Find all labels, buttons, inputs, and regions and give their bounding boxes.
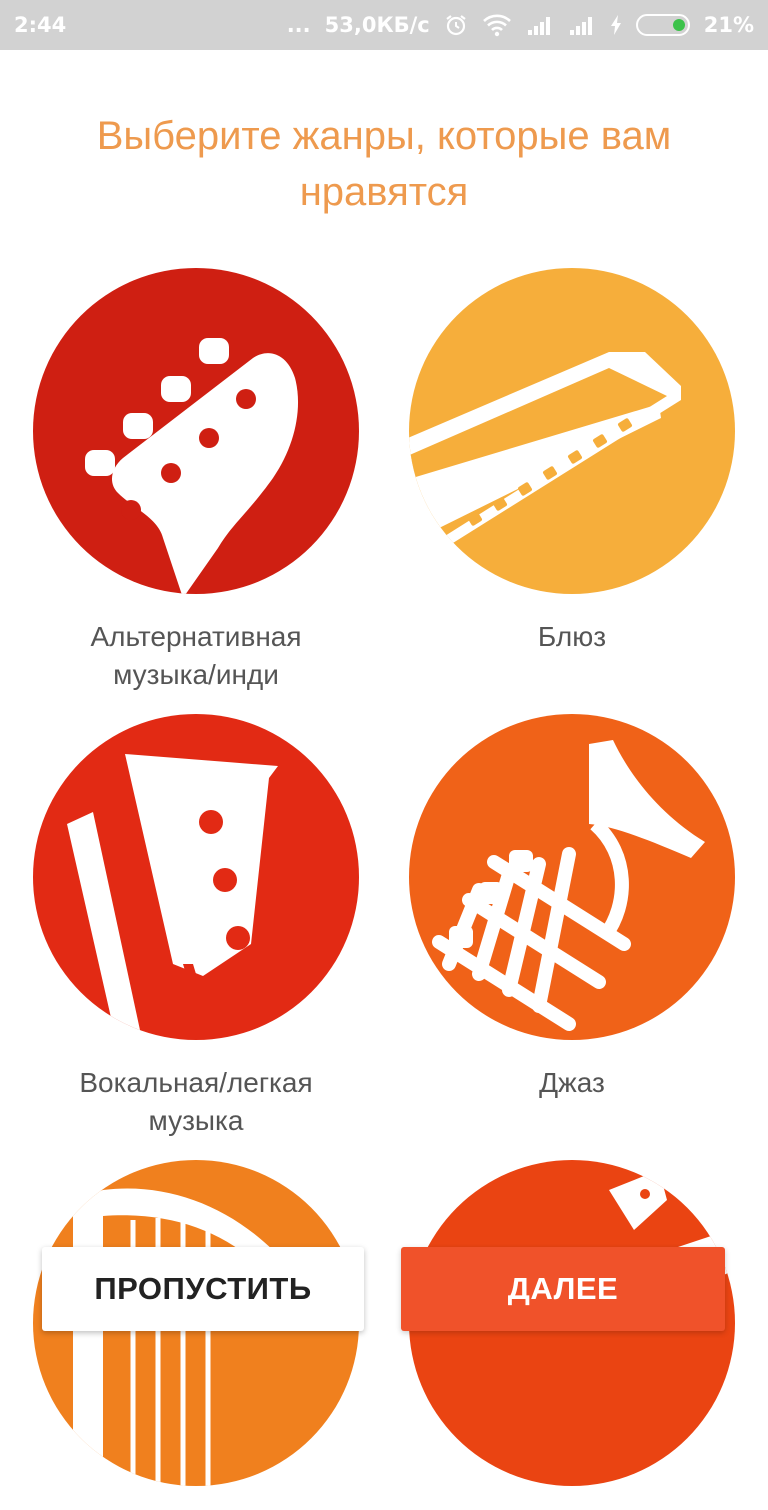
genre-item-rock[interactable] (402, 1160, 742, 1510)
genre-item-vocal[interactable]: Вокальная/легкая музыка (26, 714, 366, 1140)
skip-button[interactable]: ПРОПУСТИТЬ (42, 1247, 364, 1331)
alarm-icon (444, 13, 468, 37)
genre-item-jazz[interactable]: Джаз (402, 714, 742, 1102)
signal-icon-sim2 (568, 14, 596, 36)
status-time: 2:44 (14, 13, 67, 37)
page-title: Выберите жанры, которые вам нравятся (96, 114, 672, 214)
genre-circle[interactable] (409, 268, 735, 594)
genre-item-harp[interactable] (26, 1160, 366, 1510)
status-bar: 2:44 ... 53,0КБ/с 21% (0, 0, 768, 50)
next-button[interactable]: ДАЛЕЕ (401, 1247, 725, 1331)
harmonica-icon (409, 352, 681, 563)
genre-item-alternative[interactable]: Альтернативная музыка/инди (26, 268, 366, 694)
genre-label: Блюз (537, 621, 607, 652)
genre-circle[interactable] (33, 714, 359, 1040)
genre-label: Джаз (539, 1067, 605, 1098)
network-speed: 53,0КБ/с (324, 13, 430, 37)
genre-item-blues[interactable]: Блюз (402, 268, 742, 656)
wifi-icon (482, 13, 512, 37)
battery-percent: 21% (703, 13, 754, 37)
trumpet-icon (432, 740, 705, 1031)
genre-circle[interactable] (409, 714, 735, 1040)
genre-circle[interactable] (33, 268, 359, 594)
bass-headstock-icon (67, 754, 278, 1040)
status-indicators: ... 53,0КБ/с 21% (287, 13, 754, 37)
battery-icon (635, 14, 690, 36)
genre-label: Вокальная/легкая музыка (79, 1067, 313, 1136)
guitar-headstock-icon (85, 338, 299, 594)
signal-icon-sim1 (526, 14, 554, 36)
notification-dots: ... (286, 13, 311, 37)
genre-label: Альтернативная музыка/инди (90, 621, 302, 690)
charging-icon (610, 14, 622, 36)
